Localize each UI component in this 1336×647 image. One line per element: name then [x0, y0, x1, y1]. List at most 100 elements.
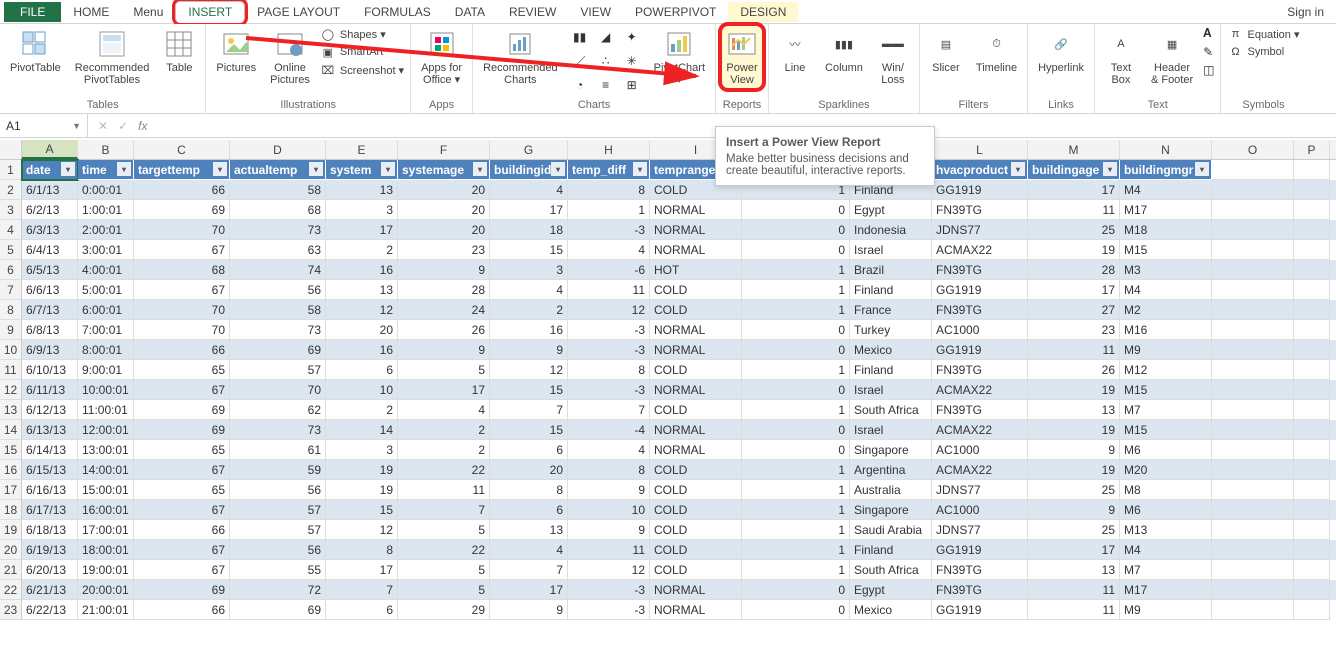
cell[interactable]: 0 — [742, 380, 850, 400]
cell[interactable]: 17:00:01 — [78, 520, 134, 540]
cell[interactable]: 5 — [398, 360, 490, 380]
cell[interactable]: 69 — [230, 340, 326, 360]
cell[interactable]: FN39TG — [932, 400, 1028, 420]
filter-dropdown-icon[interactable]: ▾ — [117, 162, 131, 176]
cell[interactable]: 12 — [326, 520, 398, 540]
cell[interactable]: 20 — [398, 200, 490, 220]
row-head[interactable]: 5 — [0, 240, 22, 260]
cell[interactable]: 15 — [490, 380, 568, 400]
cell[interactable]: 6/1/13 — [22, 180, 78, 200]
empty-cell[interactable] — [1212, 540, 1294, 560]
cell[interactable]: JDNS77 — [932, 220, 1028, 240]
cell[interactable]: 65 — [134, 440, 230, 460]
cell[interactable]: 4 — [490, 180, 568, 200]
cell[interactable]: ACMAX22 — [932, 380, 1028, 400]
table-header-date[interactable]: date▾ — [22, 160, 78, 180]
cell[interactable]: 67 — [134, 240, 230, 260]
cell[interactable]: FN39TG — [932, 200, 1028, 220]
cell[interactable]: ACMAX22 — [932, 420, 1028, 440]
cell[interactable]: 26 — [1028, 360, 1120, 380]
cell[interactable]: 6/7/13 — [22, 300, 78, 320]
cell[interactable]: Singapore — [850, 500, 932, 520]
cell[interactable]: 6/17/13 — [22, 500, 78, 520]
empty-cell[interactable] — [1212, 580, 1294, 600]
empty-cell[interactable] — [1212, 320, 1294, 340]
recommended-charts-button[interactable]: Recommended Charts — [479, 26, 562, 88]
cell[interactable]: 67 — [134, 280, 230, 300]
cell[interactable]: 6/8/13 — [22, 320, 78, 340]
cell[interactable]: COLD — [650, 360, 742, 380]
empty-cell[interactable] — [1212, 440, 1294, 460]
cell[interactable]: 6/22/13 — [22, 600, 78, 620]
cell[interactable]: AC1000 — [932, 440, 1028, 460]
cell[interactable]: 6 — [490, 440, 568, 460]
chart-column-button[interactable]: ▮▮ — [568, 26, 592, 48]
column-head-P[interactable]: P — [1294, 140, 1330, 159]
cell[interactable]: COLD — [650, 460, 742, 480]
cell[interactable]: 2 — [398, 420, 490, 440]
empty-cell[interactable] — [1294, 440, 1330, 460]
cell[interactable]: 1 — [742, 300, 850, 320]
filter-dropdown-icon[interactable]: ▾ — [1195, 162, 1209, 176]
row-head[interactable]: 7 — [0, 280, 22, 300]
cell[interactable]: 15 — [326, 500, 398, 520]
cell[interactable]: COLD — [650, 480, 742, 500]
cell[interactable]: 72 — [230, 580, 326, 600]
cell[interactable]: 6 — [326, 600, 398, 620]
cell[interactable]: 3 — [490, 260, 568, 280]
cell[interactable]: Saudi Arabia — [850, 520, 932, 540]
cell[interactable]: 15 — [490, 240, 568, 260]
cell[interactable]: 66 — [134, 520, 230, 540]
cell[interactable]: 25 — [1028, 220, 1120, 240]
cell[interactable]: 12:00:01 — [78, 420, 134, 440]
row-head[interactable]: 8 — [0, 300, 22, 320]
cell[interactable]: 56 — [230, 280, 326, 300]
cell[interactable]: 70 — [134, 220, 230, 240]
cell[interactable]: 17 — [1028, 540, 1120, 560]
cell[interactable]: GG1919 — [932, 180, 1028, 200]
empty-cell[interactable] — [1294, 300, 1330, 320]
cell[interactable]: 67 — [134, 540, 230, 560]
screenshot-button[interactable]: ⌧Screenshot ▾ — [320, 62, 404, 78]
empty-cell[interactable] — [1294, 540, 1330, 560]
enter-formula-icon[interactable]: ✓ — [118, 119, 128, 133]
row-head[interactable]: 19 — [0, 520, 22, 540]
empty-cell[interactable] — [1294, 600, 1330, 620]
filter-dropdown-icon[interactable]: ▾ — [381, 162, 395, 176]
row-head[interactable]: 14 — [0, 420, 22, 440]
row-head[interactable]: 22 — [0, 580, 22, 600]
table-header-temp_diff[interactable]: temp_diff▾ — [568, 160, 650, 180]
cell[interactable]: 8 — [568, 180, 650, 200]
cell[interactable]: 9 — [490, 600, 568, 620]
cell[interactable]: M4 — [1120, 540, 1212, 560]
cell[interactable]: 15 — [490, 420, 568, 440]
row-head[interactable]: 13 — [0, 400, 22, 420]
pictures-button[interactable]: Pictures — [212, 26, 260, 76]
table-header-actualtemp[interactable]: actualtemp▾ — [230, 160, 326, 180]
cell[interactable]: NORMAL — [650, 420, 742, 440]
cell[interactable]: M7 — [1120, 400, 1212, 420]
empty-cell[interactable] — [1212, 420, 1294, 440]
row-head[interactable]: 6 — [0, 260, 22, 280]
cell[interactable]: M17 — [1120, 580, 1212, 600]
cell[interactable]: FN39TG — [932, 260, 1028, 280]
cell[interactable]: 70 — [230, 380, 326, 400]
cell[interactable]: 8 — [568, 360, 650, 380]
empty-cell[interactable] — [1294, 380, 1330, 400]
cell[interactable]: 4 — [568, 240, 650, 260]
cell[interactable]: 10 — [326, 380, 398, 400]
hyperlink-button[interactable]: 🔗Hyperlink — [1034, 26, 1088, 76]
cell[interactable]: M12 — [1120, 360, 1212, 380]
row-head-1[interactable]: 1 — [0, 160, 22, 180]
cell[interactable]: M13 — [1120, 520, 1212, 540]
cell[interactable]: 69 — [134, 400, 230, 420]
cell[interactable]: 4 — [490, 280, 568, 300]
cell[interactable]: 7 — [490, 400, 568, 420]
column-head-H[interactable]: H — [568, 140, 650, 159]
cell[interactable]: 67 — [134, 560, 230, 580]
cell[interactable]: Israel — [850, 240, 932, 260]
column-head-E[interactable]: E — [326, 140, 398, 159]
cell[interactable]: 17 — [398, 380, 490, 400]
cell[interactable]: 6/21/13 — [22, 580, 78, 600]
cell[interactable]: 0 — [742, 600, 850, 620]
